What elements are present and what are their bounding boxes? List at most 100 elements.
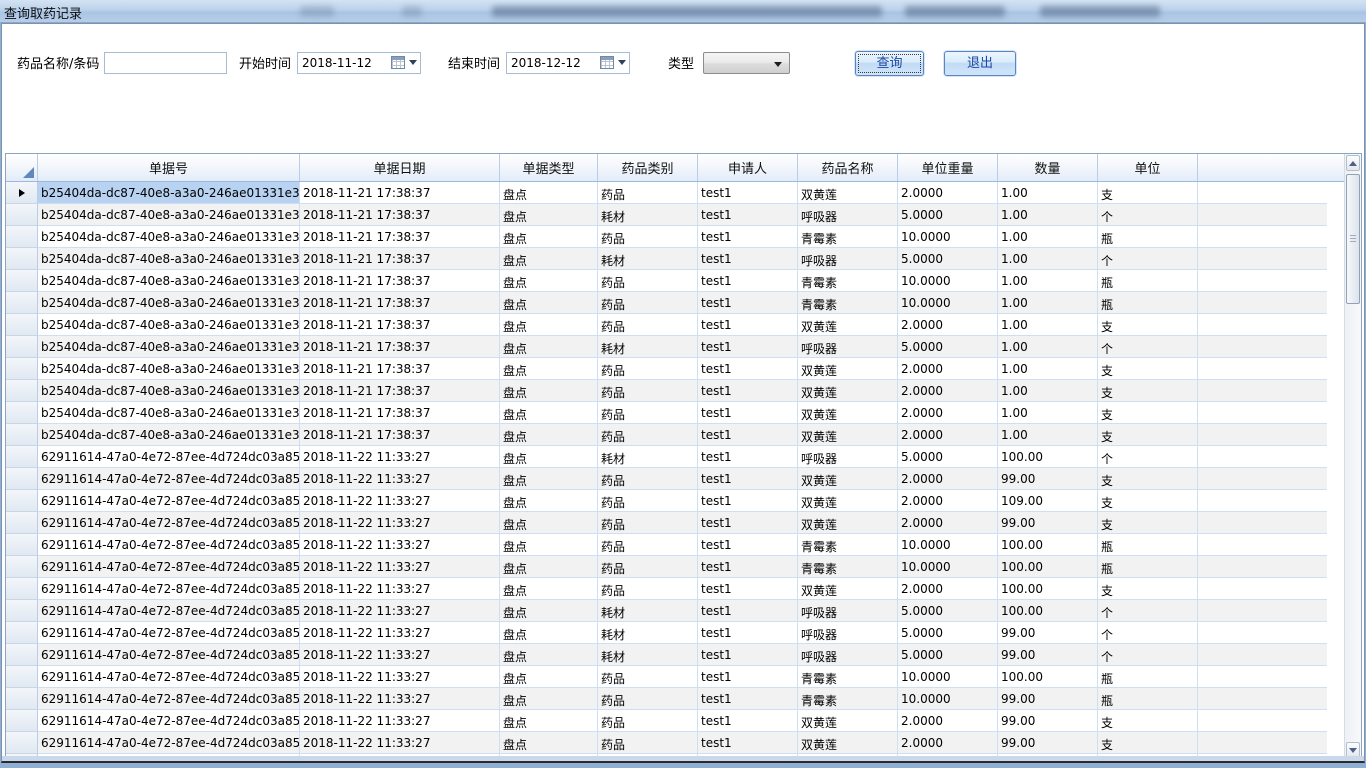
- table-cell[interactable]: test1: [698, 490, 798, 512]
- table-cell[interactable]: 盘点: [500, 578, 598, 600]
- table-cell[interactable]: 个: [1098, 336, 1198, 358]
- table-cell[interactable]: 耗材: [598, 446, 698, 468]
- table-cell[interactable]: 双黄莲: [798, 182, 898, 204]
- table-cell[interactable]: test1: [698, 710, 798, 732]
- chevron-down-icon[interactable]: [774, 62, 782, 67]
- table-cell[interactable]: 62911614-47a0-4e72-87ee-4d724dc03a85: [38, 490, 300, 512]
- table-cell[interactable]: 2018-11-22 11:33:27: [300, 534, 500, 556]
- table-cell[interactable]: 1.00: [998, 314, 1098, 336]
- table-cell[interactable]: 个: [1098, 446, 1198, 468]
- table-cell[interactable]: b25404da-dc87-40e8-a3a0-246ae01331e3: [38, 226, 300, 248]
- column-header-medicine[interactable]: 药品名称: [798, 154, 898, 181]
- table-cell[interactable]: 盘点: [500, 666, 598, 688]
- table-cell[interactable]: 盘点: [500, 512, 598, 534]
- row-header-cell[interactable]: [6, 732, 38, 754]
- row-header-cell[interactable]: [6, 512, 38, 534]
- table-row[interactable]: 62911614-47a0-4e72-87ee-4d724dc03a852018…: [6, 578, 1327, 600]
- table-cell[interactable]: 瓶: [1098, 534, 1198, 556]
- table-cell[interactable]: 盘点: [500, 270, 598, 292]
- column-header-doctype[interactable]: 单据类型: [500, 154, 598, 181]
- calendar-icon[interactable]: [600, 56, 614, 69]
- column-header-applicant[interactable]: 申请人: [698, 154, 798, 181]
- table-row[interactable]: b25404da-dc87-40e8-a3a0-246ae01331e32018…: [6, 270, 1327, 292]
- table-cell[interactable]: 盘点: [500, 490, 598, 512]
- table-cell[interactable]: 2.0000: [898, 710, 998, 732]
- medicine-name-input[interactable]: [104, 52, 227, 74]
- table-cell[interactable]: test1: [698, 248, 798, 270]
- table-cell[interactable]: 99.00: [998, 710, 1098, 732]
- table-cell[interactable]: 支: [1098, 490, 1198, 512]
- table-cell[interactable]: 支: [1098, 402, 1198, 424]
- table-cell[interactable]: 2018-11-22 11:33:27: [300, 688, 500, 710]
- table-cell[interactable]: 62911614-47a0-4e72-87ee-4d724dc03a85: [38, 468, 300, 490]
- table-row[interactable]: b25404da-dc87-40e8-a3a0-246ae01331e32018…: [6, 380, 1327, 402]
- table-cell[interactable]: 双黄莲: [798, 380, 898, 402]
- table-cell[interactable]: 盘点: [500, 600, 598, 622]
- table-cell[interactable]: 药品: [598, 710, 698, 732]
- table-cell[interactable]: test1: [698, 402, 798, 424]
- medicine-name-input-field[interactable]: [105, 53, 226, 73]
- row-header-cell[interactable]: [6, 402, 38, 424]
- table-cell[interactable]: 药品: [598, 182, 698, 204]
- table-cell[interactable]: 双黄莲: [798, 314, 898, 336]
- table-cell[interactable]: 盘点: [500, 468, 598, 490]
- table-row[interactable]: b25404da-dc87-40e8-a3a0-246ae01331e32018…: [6, 336, 1327, 358]
- table-cell[interactable]: 药品: [598, 556, 698, 578]
- table-row[interactable]: b25404da-dc87-40e8-a3a0-246ae01331e32018…: [6, 402, 1327, 424]
- table-cell[interactable]: 99.00: [998, 644, 1098, 666]
- table-cell[interactable]: 2.0000: [898, 182, 998, 204]
- table-cell[interactable]: 呼吸器: [798, 600, 898, 622]
- table-cell[interactable]: 药品: [598, 292, 698, 314]
- table-cell[interactable]: 99.00: [998, 512, 1098, 534]
- vertical-scrollbar[interactable]: [1344, 154, 1361, 759]
- column-header-unit[interactable]: 单位: [1098, 154, 1198, 181]
- table-cell[interactable]: 2.0000: [898, 424, 998, 446]
- table-cell[interactable]: test1: [698, 182, 798, 204]
- table-row[interactable]: b25404da-dc87-40e8-a3a0-246ae01331e32018…: [6, 182, 1327, 204]
- table-cell[interactable]: 2018-11-21 17:38:37: [300, 336, 500, 358]
- table-cell[interactable]: 呼吸器: [798, 336, 898, 358]
- table-cell[interactable]: 62911614-47a0-4e72-87ee-4d724dc03a85: [38, 600, 300, 622]
- table-cell[interactable]: 62911614-47a0-4e72-87ee-4d724dc03a85: [38, 556, 300, 578]
- table-cell[interactable]: 2.0000: [898, 358, 998, 380]
- table-cell[interactable]: 药品: [598, 358, 698, 380]
- table-row[interactable]: b25404da-dc87-40e8-a3a0-246ae01331e32018…: [6, 248, 1327, 270]
- table-cell[interactable]: 2018-11-22 11:33:27: [300, 512, 500, 534]
- table-cell[interactable]: test1: [698, 380, 798, 402]
- table-cell[interactable]: 双黄莲: [798, 358, 898, 380]
- table-cell[interactable]: 2018-11-22 11:33:27: [300, 622, 500, 644]
- table-cell[interactable]: 2018-11-22 11:33:27: [300, 644, 500, 666]
- table-cell[interactable]: 双黄莲: [798, 512, 898, 534]
- row-header-cell[interactable]: [6, 468, 38, 490]
- table-cell[interactable]: 耗材: [598, 644, 698, 666]
- table-cell[interactable]: 耗材: [598, 204, 698, 226]
- table-cell[interactable]: 100.00: [998, 556, 1098, 578]
- table-cell[interactable]: 62911614-47a0-4e72-87ee-4d724dc03a85: [38, 710, 300, 732]
- table-cell[interactable]: 瓶: [1098, 292, 1198, 314]
- table-cell[interactable]: 62911614-47a0-4e72-87ee-4d724dc03a85: [38, 512, 300, 534]
- table-cell[interactable]: 药品: [598, 468, 698, 490]
- table-cell[interactable]: 99.00: [998, 622, 1098, 644]
- table-cell[interactable]: 药品: [598, 490, 698, 512]
- table-cell[interactable]: 99.00: [998, 468, 1098, 490]
- column-header-docno[interactable]: 单据号: [38, 154, 300, 181]
- table-cell[interactable]: test1: [698, 446, 798, 468]
- table-cell[interactable]: 盘点: [500, 622, 598, 644]
- table-cell[interactable]: 100.00: [998, 534, 1098, 556]
- table-cell[interactable]: 盘点: [500, 336, 598, 358]
- table-cell[interactable]: 青霉素: [798, 534, 898, 556]
- table-cell[interactable]: 呼吸器: [798, 446, 898, 468]
- table-cell[interactable]: b25404da-dc87-40e8-a3a0-246ae01331e3: [38, 270, 300, 292]
- row-header-cell[interactable]: [6, 358, 38, 380]
- table-cell[interactable]: 双黄莲: [798, 732, 898, 754]
- table-cell[interactable]: test1: [698, 622, 798, 644]
- table-cell[interactable]: b25404da-dc87-40e8-a3a0-246ae01331e3: [38, 358, 300, 380]
- table-cell[interactable]: test1: [698, 292, 798, 314]
- table-cell[interactable]: 2018-11-22 11:33:27: [300, 468, 500, 490]
- table-cell[interactable]: 盘点: [500, 226, 598, 248]
- table-cell[interactable]: b25404da-dc87-40e8-a3a0-246ae01331e3: [38, 248, 300, 270]
- table-cell[interactable]: 药品: [598, 732, 698, 754]
- table-cell[interactable]: 支: [1098, 578, 1198, 600]
- table-cell[interactable]: 盘点: [500, 292, 598, 314]
- table-cell[interactable]: 2018-11-21 17:38:37: [300, 226, 500, 248]
